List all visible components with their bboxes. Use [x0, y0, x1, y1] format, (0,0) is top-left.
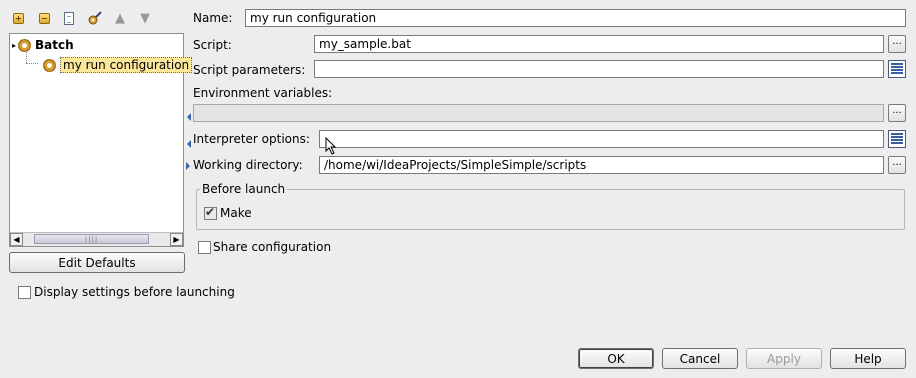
batch-config-icon	[18, 38, 32, 52]
apply-button[interactable]: Apply	[746, 348, 822, 369]
run-config-icon	[43, 58, 56, 72]
make-label: Make	[220, 206, 252, 220]
move-down-button[interactable]: ▼	[136, 9, 154, 27]
tree-node-run-config[interactable]: my run configuration	[43, 56, 193, 74]
help-button[interactable]: Help	[830, 348, 906, 369]
before-launch-label: Before launch	[200, 182, 288, 196]
mouse-cursor-icon	[325, 137, 337, 155]
interpreter-options-label: Interpreter options:	[193, 132, 310, 146]
script-browse-button[interactable]: ...	[888, 35, 906, 53]
cancel-label: Cancel	[679, 351, 721, 366]
interpreter-left-icon[interactable]	[187, 140, 191, 148]
working-directory-label: Working directory:	[193, 158, 303, 172]
tree-connector	[26, 50, 28, 63]
configuration-tree[interactable]: ▸ Batch my run configuration ◀ |||| ▶	[9, 33, 193, 247]
name-input[interactable]: my run configuration	[245, 9, 906, 27]
help-label: Help	[854, 351, 882, 366]
copy-button[interactable]	[60, 9, 78, 27]
tree-horizontal-scrollbar[interactable]: ◀ |||| ▶	[10, 232, 183, 246]
add-icon	[12, 12, 24, 24]
display-settings-label: Display settings before launching	[34, 285, 235, 299]
script-parameters-input[interactable]	[314, 60, 884, 78]
list-icon	[891, 133, 903, 144]
tree-node-batch[interactable]: ▸ Batch	[12, 36, 74, 54]
edit-defaults-button[interactable]: Edit Defaults	[9, 252, 185, 273]
expand-arrow-icon: ▸	[12, 40, 17, 50]
share-configuration-label: Share configuration	[213, 240, 332, 254]
environment-variables-browse-button[interactable]: ...	[888, 104, 906, 122]
edit-defaults-label: Edit Defaults	[58, 255, 136, 270]
script-label: Script:	[193, 38, 232, 52]
name-label: Name:	[193, 11, 233, 25]
environment-variables-input[interactable]	[193, 104, 884, 122]
share-configuration-checkbox[interactable]	[198, 241, 211, 254]
add-button[interactable]	[9, 9, 27, 27]
copy-icon	[64, 11, 74, 25]
move-up-icon: ▲	[115, 10, 125, 26]
environment-variables-label: Environment variables:	[193, 86, 333, 100]
before-launch-group	[196, 189, 905, 230]
cancel-button[interactable]: Cancel	[662, 348, 738, 369]
display-settings-checkbox[interactable]	[18, 286, 31, 299]
ok-button[interactable]: OK	[578, 348, 654, 369]
interpreter-options-input[interactable]	[319, 130, 884, 148]
script-input[interactable]: my_sample.bat	[314, 35, 884, 53]
apply-label: Apply	[767, 351, 801, 366]
ok-label: OK	[607, 351, 625, 366]
tree-connector-h	[26, 63, 38, 65]
working-directory-browse-button[interactable]: ...	[888, 156, 906, 174]
tree-node-batch-label: Batch	[35, 38, 74, 52]
script-parameters-label: Script parameters:	[193, 63, 306, 77]
list-icon	[891, 63, 903, 74]
tree-node-run-config-label: my run configuration	[60, 57, 193, 73]
make-checkbox[interactable]	[204, 205, 217, 220]
move-down-icon: ▼	[140, 10, 150, 26]
edit-defaults-icon	[88, 11, 102, 25]
scroll-left-icon[interactable]: ◀	[10, 233, 23, 246]
script-parameters-expand-button[interactable]	[888, 60, 906, 78]
scrollbar-thumb[interactable]: ||||	[34, 234, 149, 244]
working-directory-input[interactable]: /home/wi/IdeaProjects/SimpleSimple/scrip…	[319, 156, 884, 174]
remove-icon	[38, 12, 50, 24]
edit-defaults-tool-button[interactable]	[86, 9, 104, 27]
workdir-right-icon[interactable]	[186, 162, 190, 170]
remove-button[interactable]	[35, 9, 53, 27]
move-up-button[interactable]: ▲	[111, 9, 129, 27]
interpreter-options-expand-button[interactable]	[888, 130, 906, 148]
scroll-right-icon[interactable]: ▶	[170, 233, 183, 246]
collapse-left-icon[interactable]	[187, 113, 191, 121]
